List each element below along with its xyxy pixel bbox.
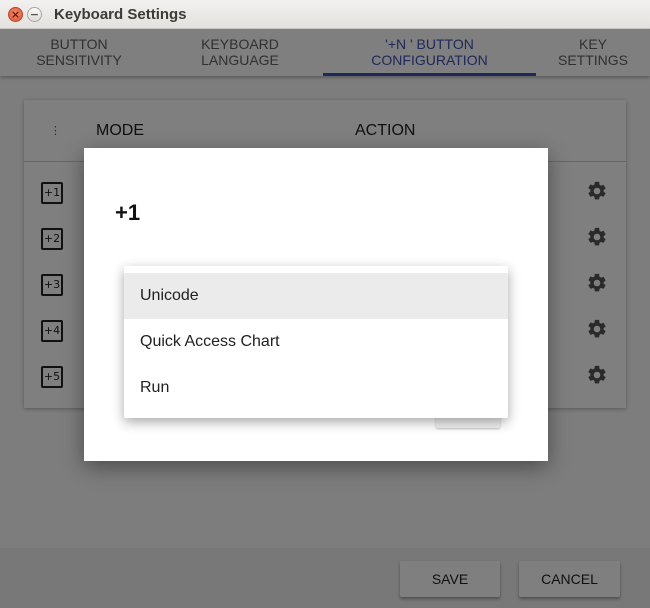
window-title: Keyboard Settings bbox=[54, 6, 187, 23]
keyboard-settings-window: × − Keyboard Settings BUTTON SENSITIVITY… bbox=[0, 0, 650, 608]
title-bar: × − Keyboard Settings bbox=[0, 0, 650, 29]
dialog-title: +1 bbox=[115, 200, 141, 225]
minimize-icon: − bbox=[29, 8, 40, 21]
menu-item-unicode[interactable]: Unicode bbox=[124, 273, 508, 319]
close-window-button[interactable]: × bbox=[8, 7, 23, 22]
minimize-window-button[interactable]: − bbox=[27, 7, 42, 22]
menu-item-run[interactable]: Run bbox=[124, 365, 508, 411]
close-icon: × bbox=[10, 8, 21, 21]
mode-dropdown-menu: Unicode Quick Access Chart Run bbox=[124, 266, 508, 418]
menu-item-quick-access-chart[interactable]: Quick Access Chart bbox=[124, 319, 508, 365]
